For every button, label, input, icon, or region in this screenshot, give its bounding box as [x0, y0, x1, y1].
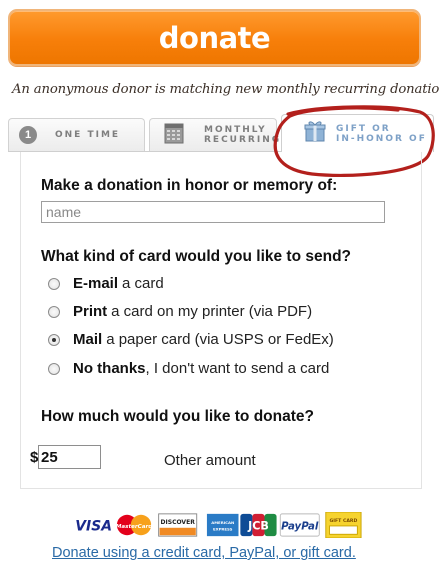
card-type-heading: What kind of card would you like to send… — [41, 248, 352, 265]
card-option-email[interactable]: E-mail a card — [48, 275, 164, 292]
other-amount-label[interactable]: Other amount — [164, 452, 256, 469]
card-option-print[interactable]: Print a card on my printer (via PDF) — [48, 303, 312, 320]
amex-icon: AMERICAN EXPRESS — [206, 513, 239, 537]
jcb-icon: JCB — [240, 513, 277, 537]
honoree-name-input[interactable] — [41, 201, 385, 223]
svg-text:VISA: VISA — [75, 519, 112, 535]
tab-one-time[interactable]: 1 ONE TIME — [8, 118, 145, 151]
calendar-icon — [164, 122, 184, 149]
radio-button[interactable] — [48, 277, 60, 290]
mastercard-icon: MasterCard — [116, 514, 153, 536]
payment-logos: VISA MasterCard DISCOVER AMERICAN EXPRES… — [74, 512, 362, 538]
tab-monthly-recurring[interactable]: MONTHLY RECURRING — [149, 118, 279, 151]
honor-heading: Make a donation in honor or memory of: — [41, 177, 338, 194]
amount-heading: How much would you like to donate? — [41, 408, 314, 425]
gift-card-icon: GIFT CARD — [325, 512, 362, 538]
gift-icon — [304, 120, 326, 147]
svg-text:JCB: JCB — [247, 520, 269, 533]
radio-button[interactable] — [48, 305, 60, 318]
tab-label: GIFT OR IN-HONOR OF — [336, 123, 427, 144]
card-option-mail[interactable]: Mail a paper card (via USPS or FedEx) — [48, 331, 334, 348]
svg-text:PayPal: PayPal — [281, 522, 319, 533]
svg-text:EXPRESS: EXPRESS — [213, 527, 233, 532]
donate-button[interactable]: donate — [8, 9, 421, 66]
tab-gift-or-in-honor[interactable]: GIFT OR IN-HONOR OF — [281, 114, 434, 152]
radio-button[interactable] — [48, 362, 60, 375]
svg-text:MasterCard: MasterCard — [116, 524, 153, 530]
tab-label: MONTHLY RECURRING — [204, 125, 282, 145]
donation-type-tabs: 1 ONE TIME MONTHLY RECURRING GIFT OR IN-… — [8, 114, 434, 152]
radio-button-selected[interactable] — [48, 333, 60, 346]
tab-label: ONE TIME — [55, 130, 121, 140]
visa-icon: VISA — [74, 515, 114, 535]
matching-banner: An anonymous donor is matching new month… — [12, 82, 440, 97]
svg-text:GIFT CARD: GIFT CARD — [330, 518, 358, 524]
paypal-icon: PayPal — [279, 513, 320, 537]
card-option-no-thanks[interactable]: No thanks, I don't want to send a card — [48, 360, 329, 377]
step-number-icon: 1 — [19, 126, 37, 144]
payment-methods-link[interactable]: Donate using a credit card, PayPal, or g… — [52, 545, 356, 561]
svg-text:DISCOVER: DISCOVER — [161, 519, 196, 526]
svg-text:AMERICAN: AMERICAN — [211, 520, 234, 525]
donation-amount-input[interactable] — [38, 445, 101, 469]
discover-icon: DISCOVER — [158, 513, 198, 537]
